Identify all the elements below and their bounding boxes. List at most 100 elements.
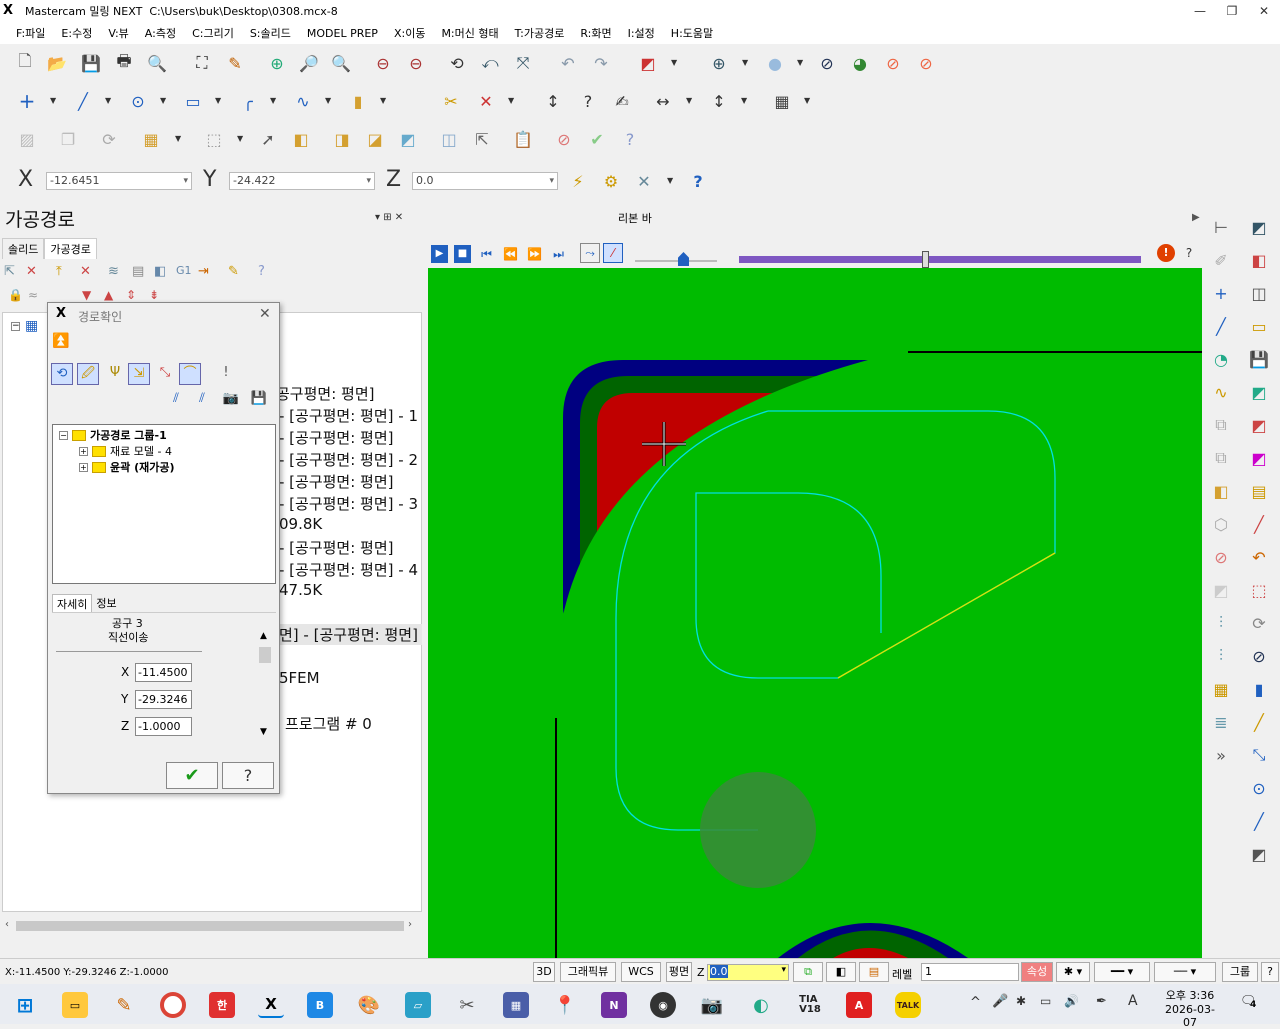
save-geometry-icon[interactable]: 💾	[248, 389, 270, 411]
fillet-dropdown-icon[interactable]: ▼	[270, 96, 276, 105]
line-dropdown-icon[interactable]: ▼	[105, 96, 111, 105]
solid-vertex-icon[interactable]: ◫	[438, 128, 460, 150]
box-select-icon[interactable]: ▦	[140, 128, 162, 150]
globe-icon[interactable]: ⊕	[708, 52, 730, 74]
insert-arrow-icon[interactable]: ⇕	[126, 288, 136, 302]
hangul-icon[interactable]: 한	[209, 992, 235, 1018]
tree-node-group[interactable]: − 가공경로 그룹-1	[59, 427, 167, 443]
stop-conditions-icon[interactable]: !	[1157, 244, 1175, 262]
rectangle-dropdown-icon[interactable]: ▼	[215, 96, 221, 105]
box-select-dropdown-icon[interactable]: ▼	[175, 134, 181, 143]
unzoom-previous-icon[interactable]: ⊖	[372, 52, 394, 74]
stop-icon[interactable]: ⊘	[553, 128, 575, 150]
delete-dropdown-icon[interactable]: ▼	[508, 96, 514, 105]
level-field[interactable]: 1	[921, 963, 1019, 981]
scroll-left-icon[interactable]: ‹	[5, 919, 9, 930]
op-line-6[interactable]: - [공구평면: 평면] - 3	[279, 493, 418, 514]
menu-file[interactable]: F:파일	[16, 25, 45, 41]
ok-icon[interactable]: ✔	[586, 128, 608, 150]
calculator-icon[interactable]: ▦	[503, 992, 529, 1018]
deselect-ops-icon[interactable]: ✕	[26, 264, 37, 279]
stop-sim-icon[interactable]: ■	[454, 245, 471, 263]
cylinder-dropdown-icon[interactable]: ▼	[380, 96, 386, 105]
view-cube-icon[interactable]: ◩	[637, 52, 659, 74]
progress-thumb[interactable]	[922, 251, 929, 268]
move-down-icon[interactable]: ▼	[82, 288, 91, 302]
attributes-button[interactable]: 속성	[1021, 962, 1053, 982]
undo-icon[interactable]: ↶	[557, 52, 579, 74]
dimension-horizontal-icon[interactable]: ↔	[652, 90, 674, 112]
simulate-icon[interactable]: ◧	[154, 264, 166, 279]
clock[interactable]: 오후 3:36 2026-03-07	[1160, 987, 1220, 1029]
z-depth-field[interactable]: 0.0 ▾	[707, 964, 789, 981]
step-back-icon[interactable]: ⏪	[502, 245, 519, 263]
bluetooth-icon[interactable]: ✱	[1016, 994, 1026, 1008]
tia-portal-icon[interactable]: TIA V18	[797, 992, 823, 1018]
z-coord-field[interactable]: 0.0	[412, 172, 558, 190]
tree-expand-icon[interactable]: −	[11, 322, 20, 331]
move-up-icon[interactable]: ▲	[104, 288, 113, 302]
mirror-icon[interactable]: ◩	[1210, 579, 1232, 601]
mastercam-taskbar-icon[interactable]: X	[258, 992, 284, 1018]
surface-tool-icon[interactable]: ⧉	[1210, 414, 1232, 436]
tree-horizontal-scrollbar[interactable]: ‹ ›	[2, 918, 422, 934]
tree-node-contour[interactable]: + 윤곽 (재가공)	[79, 459, 174, 475]
print-icon[interactable]: 🖶	[113, 51, 135, 74]
cylinder-blue-icon[interactable]: ▮	[1248, 678, 1270, 700]
autocursor-icon[interactable]: ⚡	[567, 170, 589, 192]
menu-solids[interactable]: S:솔리드	[250, 25, 291, 41]
view-top-icon[interactable]: ◩	[1248, 414, 1270, 436]
btn-3d[interactable]: 3D	[533, 962, 555, 982]
hatch-icon[interactable]: ▦	[771, 90, 793, 112]
microphone-icon[interactable]: 🎤	[992, 994, 1008, 1009]
backplot-icon[interactable]: ≋	[108, 264, 119, 279]
translucency-icon[interactable]: ⊘	[882, 52, 904, 74]
snap-icon[interactable]: ⤡	[1248, 744, 1270, 766]
dimension-icon[interactable]: ⊢	[1210, 216, 1232, 238]
solid-face-icon[interactable]: ◨	[331, 128, 353, 150]
surface-tool-2-icon[interactable]: ⧉	[1210, 447, 1232, 469]
menu-create[interactable]: C:그리기	[192, 25, 234, 41]
op-line-2[interactable]: - [공구평면: 평면] - 1	[279, 405, 418, 426]
regen-dirty-icon[interactable]: ✕	[80, 264, 91, 279]
point-style-button[interactable]: ✱ ▾	[1056, 962, 1090, 982]
trace-icon[interactable]: ⫽	[165, 389, 187, 411]
dimension-vertical-dropdown-icon[interactable]: ▼	[741, 96, 747, 105]
hatch-dropdown-icon[interactable]: ▼	[804, 96, 810, 105]
display-entity-icon[interactable]: ⤡	[154, 363, 176, 385]
alert-icon[interactable]: !	[215, 363, 237, 385]
tool-endpoint-icon[interactable]: Ψ	[104, 363, 126, 385]
x-value-field[interactable]: -11.4500	[135, 663, 192, 682]
select-last-icon[interactable]: ⇱	[471, 128, 493, 150]
speed-slider-thumb[interactable]	[678, 252, 689, 266]
menu-help[interactable]: H:도움말	[671, 25, 713, 41]
cutting-toggle-icon[interactable]: ⁄	[603, 243, 623, 263]
menu-xform[interactable]: X:이동	[394, 25, 425, 41]
plane-icon[interactable]: ▭	[1248, 315, 1270, 337]
op-line-selected[interactable]: 면] - [공구평면: 평면]	[279, 624, 422, 645]
kakaotalk-icon[interactable]: TALK	[895, 992, 921, 1018]
progress-bar[interactable]	[739, 256, 1141, 263]
solid-box-icon[interactable]: ◧	[1210, 480, 1232, 502]
layers-icon[interactable]: ≣	[1210, 711, 1232, 733]
post-icon[interactable]: ⇥	[198, 264, 209, 279]
shading-icon[interactable]: ◕	[849, 52, 871, 74]
trace-toggle-icon[interactable]: ⤳	[580, 243, 600, 263]
close-button[interactable]: ✕	[1248, 0, 1280, 22]
open-file-icon[interactable]: 📂	[46, 52, 68, 74]
pencil-icon[interactable]: ╱	[1248, 711, 1270, 733]
speed-slider[interactable]	[635, 260, 717, 262]
delete-entity-icon[interactable]: ✕	[475, 90, 497, 112]
circle-dropdown-icon[interactable]: ▼	[160, 96, 166, 105]
ops-help-icon[interactable]: ?	[258, 264, 265, 279]
btn-graphic-view[interactable]: 그래픽뷰	[560, 962, 616, 982]
pencil-app-icon[interactable]: ✎	[111, 992, 137, 1018]
edge-icon[interactable]: ◐	[748, 992, 774, 1018]
window-select-dropdown-icon[interactable]: ▼	[237, 134, 243, 143]
drafting-icon[interactable]: ✐	[1210, 249, 1232, 271]
solid-select-icon[interactable]: ◧	[290, 128, 312, 150]
go-start-icon[interactable]: ⏮	[478, 245, 495, 263]
highfeed-icon[interactable]: ✎	[228, 264, 239, 279]
unzoom-icon[interactable]: ⊖	[405, 52, 427, 74]
solid-edge-icon[interactable]: ◩	[397, 128, 419, 150]
